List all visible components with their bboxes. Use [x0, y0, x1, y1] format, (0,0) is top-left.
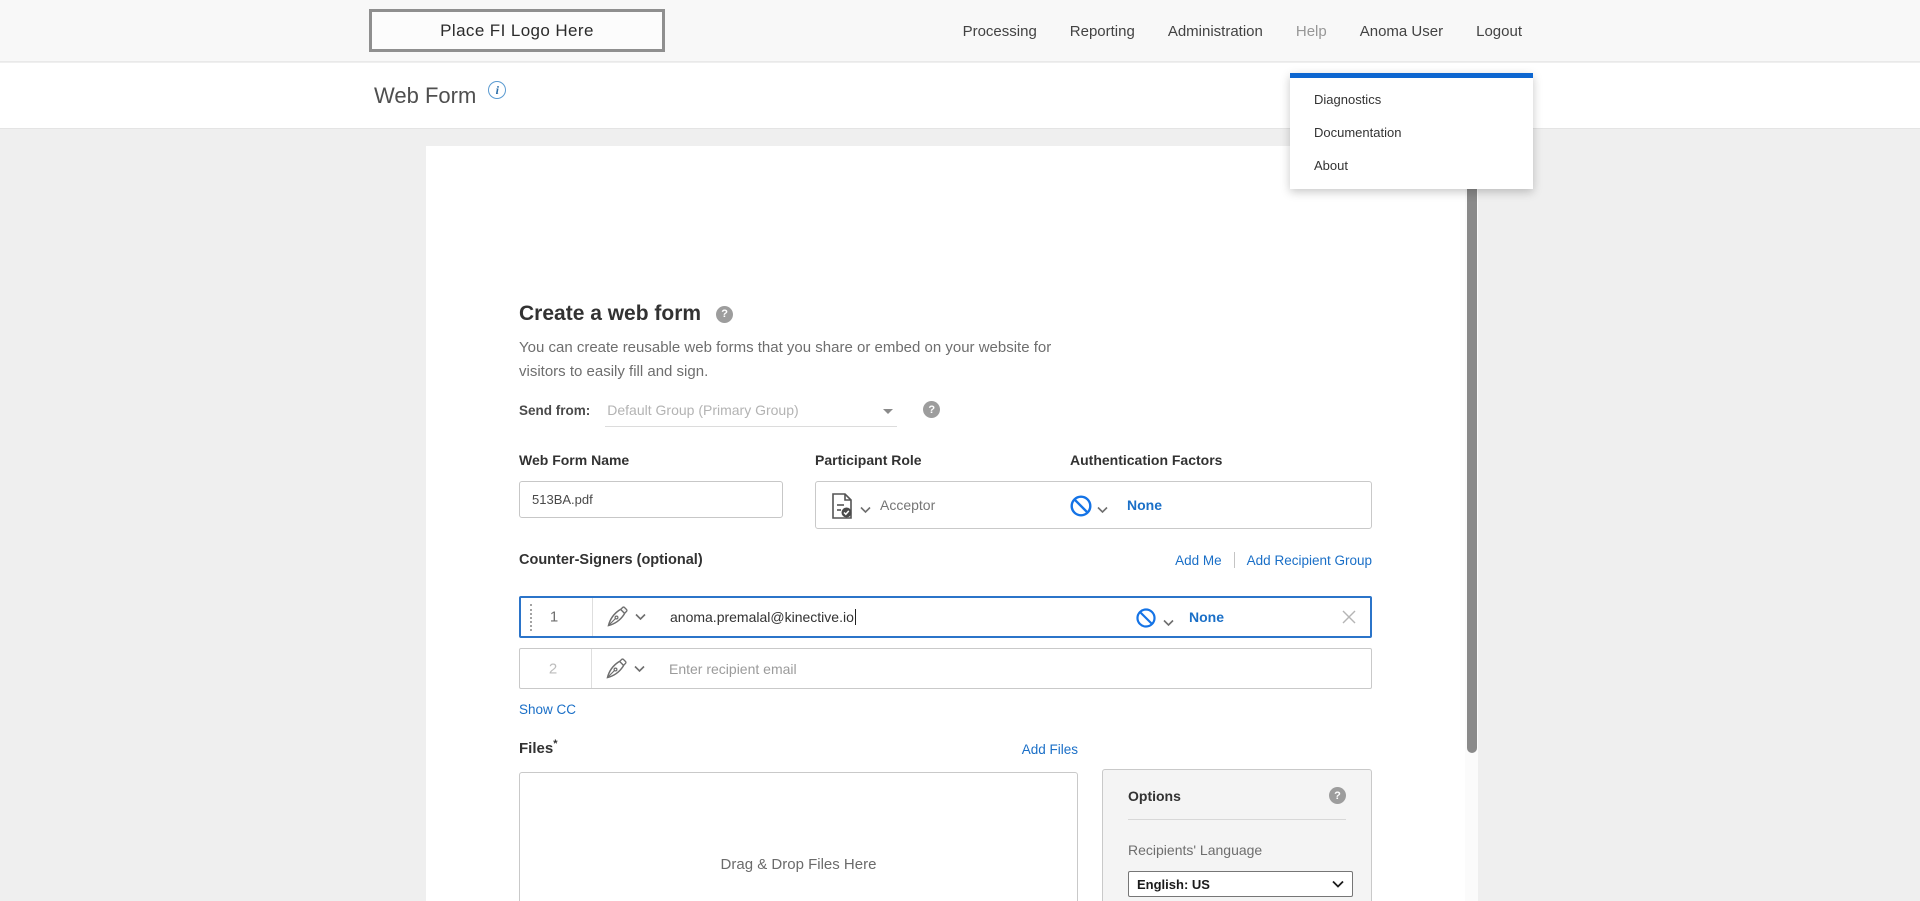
show-cc-link[interactable]: Show CC	[519, 702, 576, 717]
fi-logo-placeholder: Place FI Logo Here	[369, 9, 665, 52]
section-heading-text: Create a web form	[519, 302, 701, 326]
close-icon[interactable]	[1341, 609, 1357, 630]
help-dropdown-menu: Diagnostics Documentation About	[1290, 73, 1533, 189]
recipients-language-select[interactable]: English: US	[1128, 871, 1353, 897]
send-from-label: Send from:	[519, 400, 590, 418]
participant-role-box: Acceptor None	[815, 481, 1372, 529]
nav-item-help[interactable]: Help	[1296, 23, 1327, 40]
nav-item-user[interactable]: Anoma User	[1360, 23, 1443, 40]
pen-icon	[604, 657, 628, 681]
nav-item-reporting[interactable]: Reporting	[1070, 23, 1135, 40]
required-asterisk: *	[553, 738, 557, 750]
menu-item-about[interactable]: About	[1290, 149, 1533, 182]
text-cursor	[855, 609, 856, 625]
pen-icon	[605, 605, 629, 629]
authentication-value-link[interactable]: None	[1127, 497, 1162, 513]
participant-role-label: Participant Role	[815, 452, 922, 468]
row-divider	[591, 649, 592, 688]
info-icon[interactable]: i	[488, 81, 506, 99]
section-heading: Create a web form ?	[519, 302, 733, 326]
files-label: Files*	[519, 738, 557, 757]
fi-logo-text: Place FI Logo Here	[440, 21, 594, 41]
web-form-name-input[interactable]	[519, 481, 783, 518]
drag-handle-icon[interactable]	[530, 604, 532, 631]
recipients-language-label: Recipients' Language	[1128, 842, 1346, 858]
row-index: 2	[540, 660, 566, 677]
chevron-down-icon	[1332, 880, 1344, 888]
help-icon[interactable]: ?	[1329, 787, 1346, 804]
add-me-link[interactable]: Add Me	[1175, 553, 1222, 568]
counter-signer-row-1: 1 anoma.premalal@kinective.io None	[519, 596, 1372, 638]
options-divider	[1128, 819, 1346, 820]
page-title-text: Web Form	[374, 83, 476, 109]
signer-type-dropdown[interactable]	[604, 657, 645, 681]
authentication-factors-label: Authentication Factors	[1070, 452, 1222, 468]
nav-item-processing[interactable]: Processing	[963, 23, 1037, 40]
recipient-email-text: anoma.premalal@kinective.io	[670, 609, 854, 625]
chevron-down-icon	[635, 613, 646, 621]
add-recipient-group-link[interactable]: Add Recipient Group	[1247, 553, 1372, 568]
chevron-down-icon	[883, 409, 893, 414]
no-authentication-icon[interactable]	[1135, 607, 1157, 634]
help-icon[interactable]: ?	[923, 401, 940, 418]
chevron-down-icon	[634, 665, 645, 673]
participant-role-value: Acceptor	[880, 497, 935, 513]
row-authentication-link[interactable]: None	[1189, 609, 1224, 625]
file-dropzone[interactable]: Drag & Drop Files Here	[519, 772, 1078, 901]
row-divider	[592, 598, 593, 636]
web-form-name-label: Web Form Name	[519, 452, 629, 468]
counter-signer-row-2: 2 Enter recipient email	[519, 648, 1372, 689]
send-from-select[interactable]: Default Group (Primary Group)	[605, 400, 897, 427]
document-role-icon[interactable]	[829, 492, 855, 525]
help-icon[interactable]: ?	[716, 306, 733, 323]
row-index: 1	[541, 609, 567, 626]
files-header: Files* Add Files	[519, 738, 1078, 757]
chevron-down-icon[interactable]	[1097, 501, 1108, 519]
link-divider	[1234, 552, 1235, 568]
menu-item-diagnostics[interactable]: Diagnostics	[1290, 83, 1533, 116]
send-from-value: Default Group (Primary Group)	[607, 402, 798, 418]
recipients-language-value: English: US	[1137, 877, 1210, 892]
top-nav: Processing Reporting Administration Help…	[963, 0, 1522, 62]
page-header: Web Form i	[0, 63, 1920, 129]
send-from-row: Send from: Default Group (Primary Group)…	[519, 400, 940, 427]
page-title: Web Form i	[374, 63, 506, 129]
counter-signers-header: Counter-Signers (optional) Add Me Add Re…	[519, 552, 1372, 568]
no-authentication-icon[interactable]	[1069, 494, 1093, 523]
section-description: You can create reusable web forms that y…	[519, 336, 1064, 384]
recipient-email-placeholder[interactable]: Enter recipient email	[669, 661, 797, 677]
top-bar: Place FI Logo Here Processing Reporting …	[0, 0, 1920, 62]
scrollbar-thumb[interactable]	[1467, 163, 1477, 753]
nav-item-logout[interactable]: Logout	[1476, 23, 1522, 40]
dropzone-text: Drag & Drop Files Here	[520, 856, 1077, 873]
create-web-form-panel: Create a web form ? You can create reusa…	[426, 146, 1465, 901]
chevron-down-icon[interactable]	[1163, 614, 1174, 632]
chevron-down-icon[interactable]	[860, 501, 871, 519]
nav-item-administration[interactable]: Administration	[1168, 23, 1263, 40]
recipient-email-input[interactable]: anoma.premalal@kinective.io	[670, 609, 856, 625]
menu-item-documentation[interactable]: Documentation	[1290, 116, 1533, 149]
options-title: Options	[1128, 788, 1181, 804]
add-files-link[interactable]: Add Files	[1022, 742, 1078, 757]
options-panel: Options ? Recipients' Language English: …	[1102, 769, 1372, 901]
counter-signers-links: Add Me Add Recipient Group	[1175, 552, 1372, 568]
counter-signers-label: Counter-Signers (optional)	[519, 552, 703, 568]
signer-type-dropdown[interactable]	[605, 605, 646, 629]
files-label-text: Files	[519, 740, 553, 757]
